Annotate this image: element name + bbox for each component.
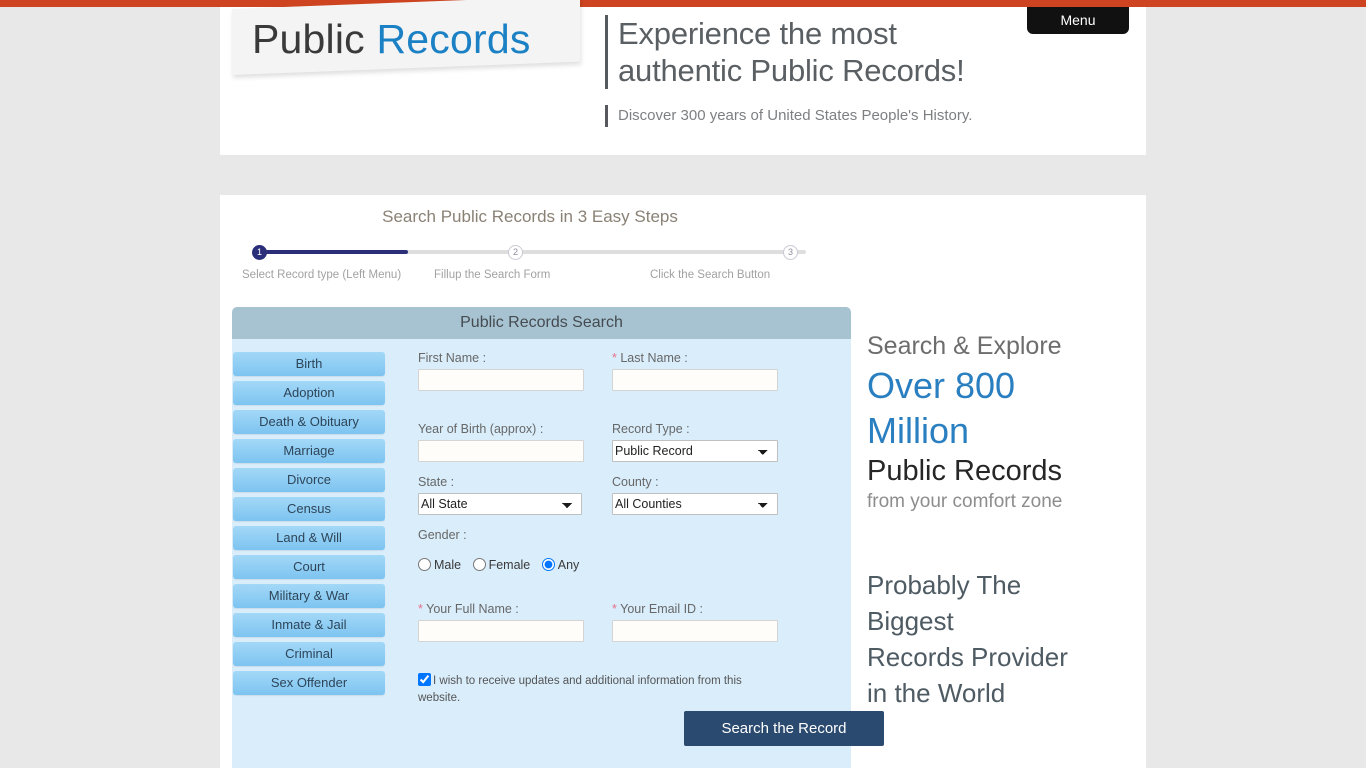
promo2-line-3: Records Provider [867, 642, 1068, 672]
record-menu-item-land-will[interactable]: Land & Will [233, 526, 385, 550]
record-menu-item-criminal[interactable]: Criminal [233, 642, 385, 666]
step-label-2: Fillup the Search Form [434, 269, 551, 281]
last-name-input[interactable] [612, 369, 778, 391]
record-menu-item-adoption[interactable]: Adoption [233, 381, 385, 405]
main-content-panel: Search Public Records in 3 Easy Steps 1 … [220, 195, 1146, 768]
progress-track-fill [260, 250, 408, 254]
updates-checkbox-label: I wish to receive updates and additional… [418, 675, 742, 704]
email-input[interactable] [612, 620, 778, 642]
top-accent-bar [0, 0, 1366, 7]
state-select[interactable]: All State [418, 493, 582, 515]
logo-text-primary: Public [252, 16, 377, 62]
promo-line-comfort-zone: from your comfort zone [867, 491, 1063, 512]
step-dot-3[interactable]: 3 [783, 245, 798, 260]
promo-line-search-explore: Search & Explore [867, 332, 1062, 360]
full-name-input[interactable] [418, 620, 584, 642]
step-dot-1[interactable]: 1 [252, 245, 267, 260]
site-header: Public Records Experience the most authe… [220, 0, 1146, 155]
year-of-birth-input[interactable] [418, 440, 584, 462]
record-menu-item-court[interactable]: Court [233, 555, 385, 579]
email-required-star: * [612, 602, 617, 616]
step-dot-2[interactable]: 2 [508, 245, 523, 260]
gender-label-male: Male [434, 558, 462, 572]
record-type-menu: Birth Adoption Death & Obituary Marriage… [233, 352, 385, 700]
search-panel-body: Birth Adoption Death & Obituary Marriage… [232, 339, 884, 768]
record-menu-item-death-obituary[interactable]: Death & Obituary [233, 410, 385, 434]
gender-option-male[interactable]: Male [418, 558, 461, 572]
gender-label-female: Female [488, 558, 531, 572]
promo-line-over-800: Over 800 [867, 365, 1016, 406]
record-type-label: Record Type : [612, 422, 690, 436]
promo-line-million: Million [867, 410, 970, 451]
logo-text: Public Records [252, 11, 531, 67]
year-of-birth-label: Year of Birth (approx) : [418, 422, 544, 436]
last-name-required-star: * [612, 351, 617, 365]
email-label-text: Your Email ID : [620, 602, 704, 616]
promo-line-public-records: Public Records [867, 455, 1063, 487]
full-name-required-star: * [418, 602, 423, 616]
first-name-input[interactable] [418, 369, 584, 391]
step-label-1: Select Record type (Left Menu) [242, 269, 402, 281]
steps-progress: 1 2 3 Select Record type (Left Menu) Fil… [242, 245, 814, 291]
updates-checkbox-row: I wish to receive updates and additional… [418, 673, 770, 707]
gender-radio-group: Male Female Any [418, 558, 587, 572]
email-label: * Your Email ID : [612, 602, 703, 616]
gender-label-any: Any [557, 558, 580, 572]
record-menu-item-sex-offender[interactable]: Sex Offender [233, 671, 385, 695]
promo2-line-4: in the World [867, 678, 1006, 708]
site-logo[interactable]: Public Records [232, 0, 582, 81]
gender-radio-male[interactable] [418, 558, 431, 571]
record-menu-item-birth[interactable]: Birth [233, 352, 385, 376]
promo2-line-2: Biggest [867, 606, 954, 636]
record-menu-item-census[interactable]: Census [233, 497, 385, 521]
gender-radio-any[interactable] [541, 558, 555, 571]
search-panel-title: Public Records Search [232, 307, 851, 339]
last-name-label: * Last Name : [612, 351, 688, 365]
promo-block-primary: Search & Explore Over 800 Million Public… [867, 329, 1135, 515]
page-root: Public Records Experience the most authe… [0, 0, 1366, 768]
menu-button[interactable]: Menu [1027, 7, 1129, 34]
gender-option-female[interactable]: Female [472, 558, 531, 572]
search-submit-button[interactable]: Search the Record [684, 711, 884, 746]
logo-text-accent: Records [376, 16, 531, 62]
record-menu-item-inmate-jail[interactable]: Inmate & Jail [233, 613, 385, 637]
county-label: County : [612, 475, 659, 489]
steps-title: Search Public Records in 3 Easy Steps [382, 207, 678, 226]
step-label-3: Click the Search Button [650, 269, 771, 281]
header-subtitle: Discover 300 years of United States Peop… [605, 105, 1025, 127]
record-type-select[interactable]: Public Record [612, 440, 778, 462]
gender-radio-female[interactable] [472, 558, 486, 571]
record-menu-item-military-war[interactable]: Military & War [233, 584, 385, 608]
promo2-line-1: Probably The [867, 570, 1022, 600]
record-menu-item-marriage[interactable]: Marriage [233, 439, 385, 463]
gender-label: Gender : [418, 528, 467, 542]
county-select[interactable]: All Counties [612, 493, 778, 515]
full-name-label-text: Your Full Name : [426, 602, 519, 616]
promo-block-secondary: Probably The Biggest Records Provider in… [867, 567, 1135, 711]
state-label: State : [418, 475, 455, 489]
updates-checkbox[interactable] [418, 673, 431, 686]
first-name-label: First Name : [418, 351, 487, 365]
last-name-label-text: Last Name : [620, 351, 688, 365]
gender-option-any[interactable]: Any [541, 558, 580, 572]
full-name-label: * Your Full Name : [418, 602, 519, 616]
headline-line-2: authentic Public Records! [618, 53, 965, 88]
record-menu-item-divorce[interactable]: Divorce [233, 468, 385, 492]
